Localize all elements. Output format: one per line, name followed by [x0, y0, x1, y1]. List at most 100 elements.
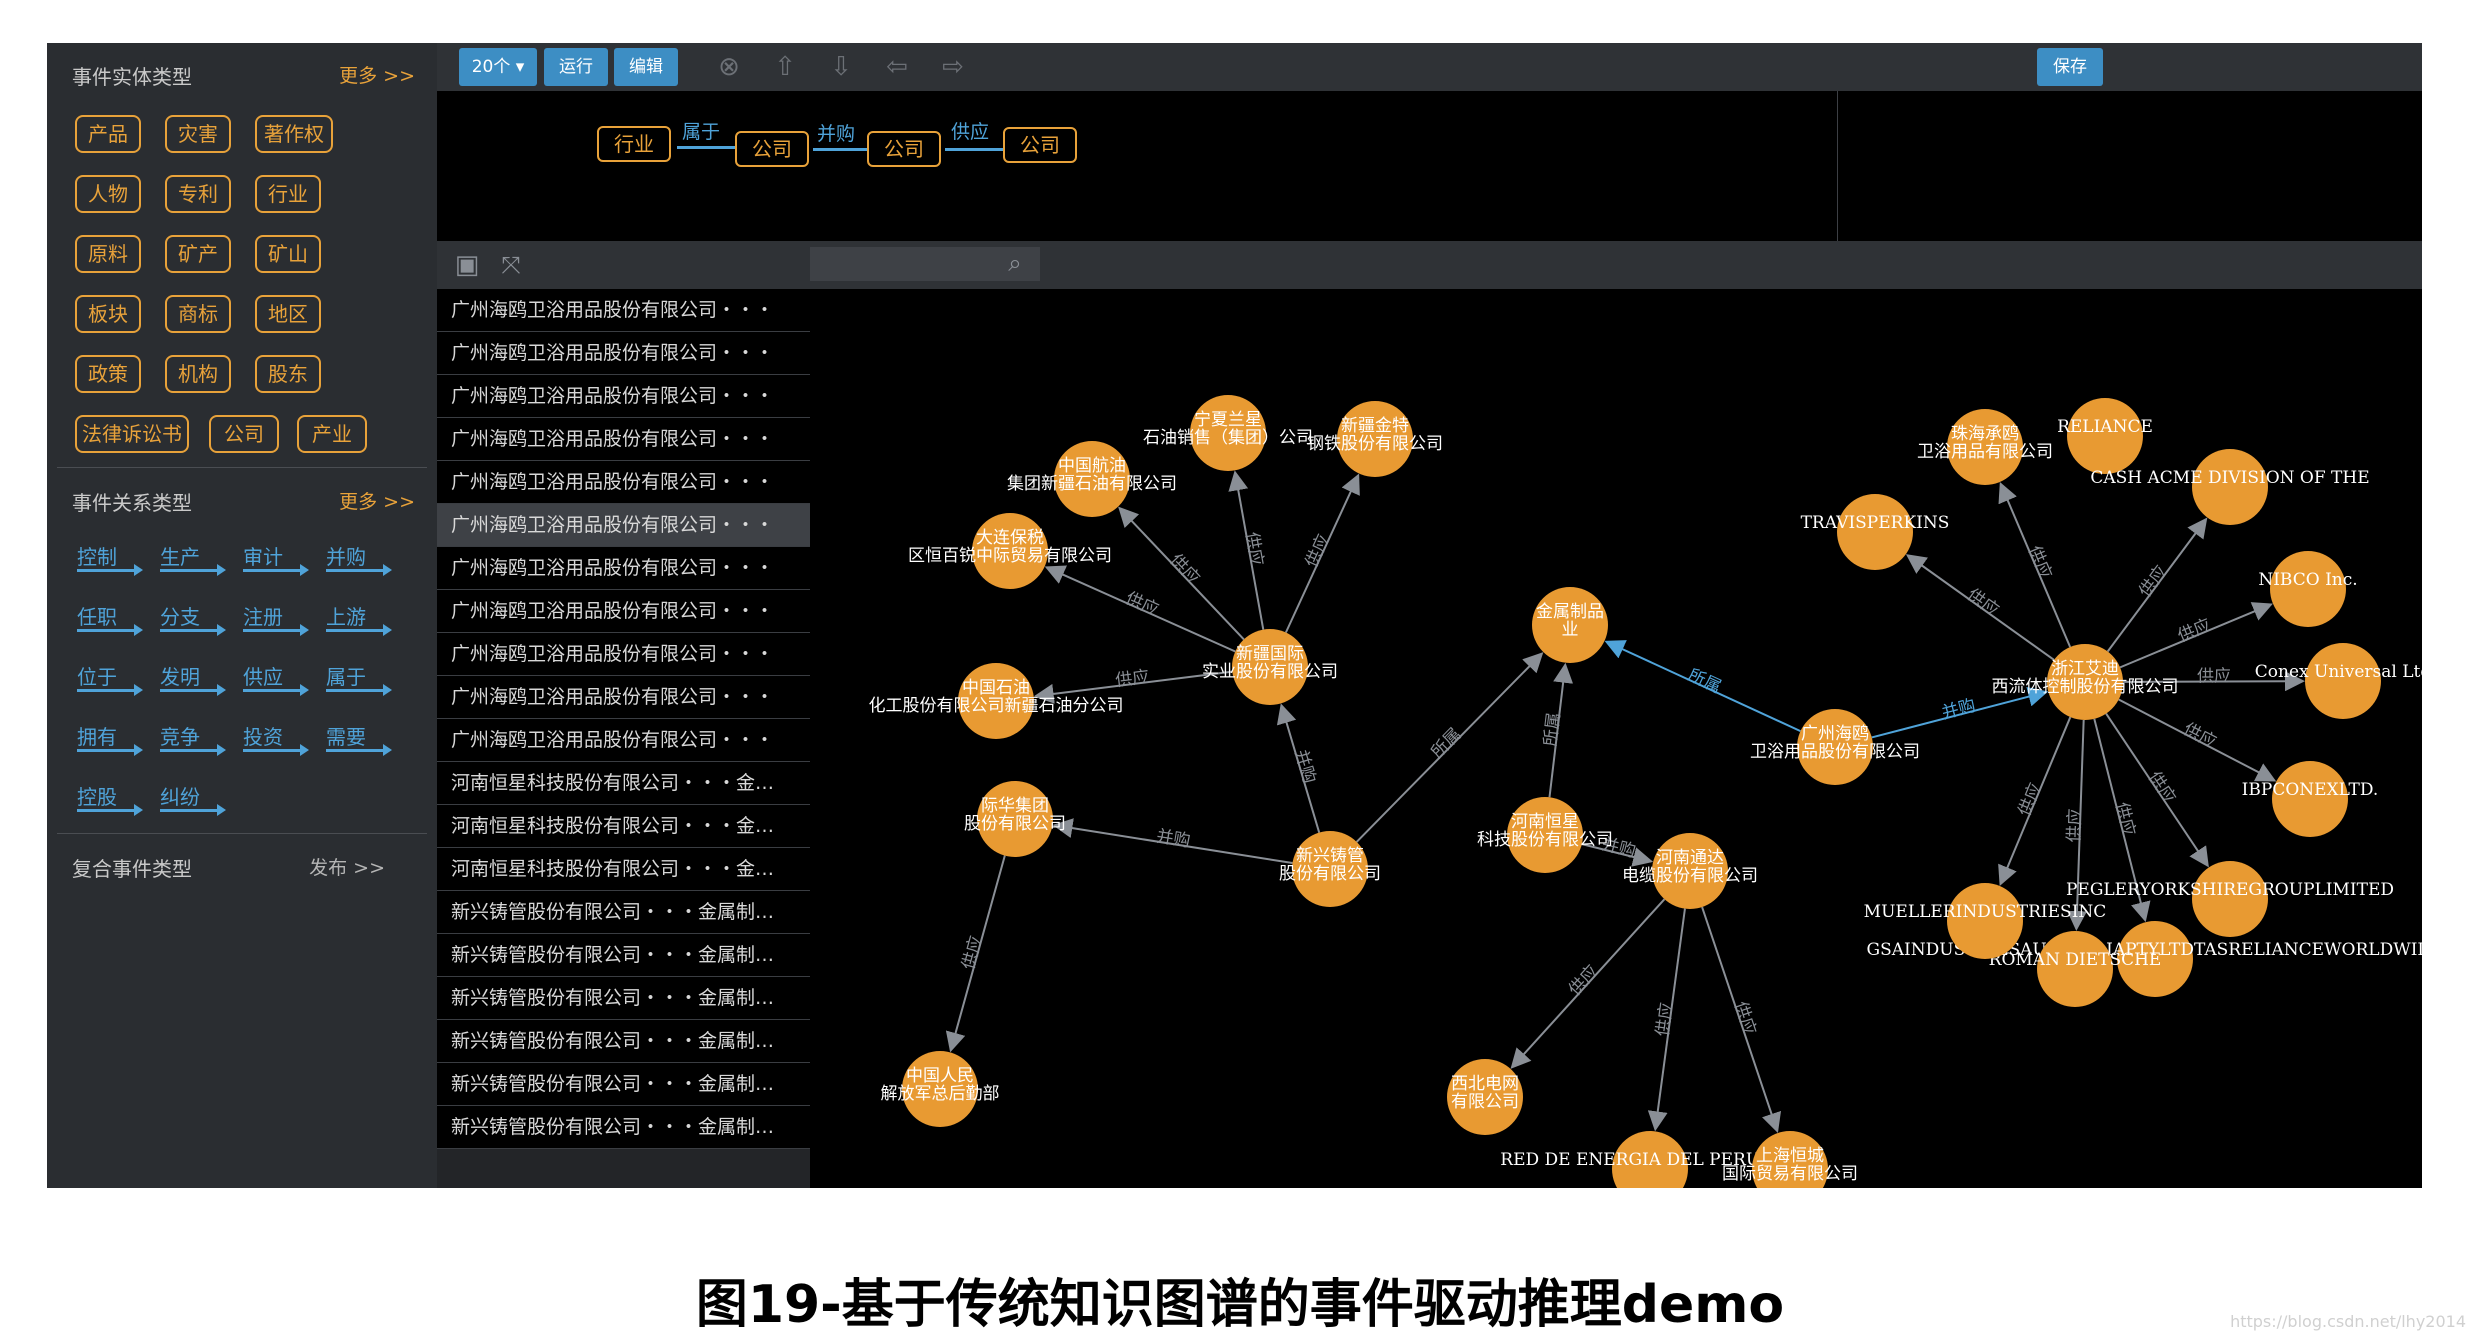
arrow-down-icon[interactable]: ⇩ — [825, 51, 857, 83]
list-item[interactable]: 广州海鸥卫浴用品股份有限公司・・・ — [437, 375, 810, 418]
list-item[interactable]: 广州海鸥卫浴用品股份有限公司・・・ — [437, 461, 810, 504]
entity-type-tag[interactable]: 行业 — [255, 175, 321, 213]
relation-type-tag[interactable]: 注册 — [243, 601, 309, 636]
entity-type-tag[interactable]: 商标 — [165, 295, 231, 333]
relation-type-tag[interactable]: 供应 — [243, 661, 309, 696]
list-item[interactable]: 新兴铸管股份有限公司・・・金属制… — [437, 977, 810, 1020]
entity-type-tag[interactable]: 法律诉讼书 — [75, 415, 189, 453]
entity-type-tag[interactable]: 产品 — [75, 115, 141, 153]
graph-node[interactable]: 河南通达电缆股份有限公司 — [1622, 833, 1758, 909]
entity-type-tag[interactable]: 公司 — [209, 415, 279, 453]
entity-type-tag[interactable]: 矿山 — [255, 235, 321, 273]
entity-type-tag[interactable]: 灾害 — [165, 115, 231, 153]
relation-type-tag[interactable]: 控制 — [77, 541, 143, 576]
list-item[interactable]: 广州海鸥卫浴用品股份有限公司・・・ — [437, 418, 810, 461]
relation-type-tag[interactable]: 纠纷 — [160, 781, 226, 816]
graph-node[interactable]: 际华集团股份有限公司 — [964, 781, 1066, 857]
entity-type-tag[interactable]: 股东 — [255, 355, 321, 393]
composite-publish-link[interactable]: 发布 >> — [309, 853, 385, 880]
graph-node[interactable]: 大连保税区恒百锐中际贸易有限公司 — [908, 513, 1112, 589]
arrow-up-icon[interactable]: ⇧ — [769, 51, 801, 83]
graph-node[interactable]: Conex Universal Ltd — [2255, 643, 2422, 719]
graph-node[interactable]: TRAVISPERKINS — [1801, 494, 1950, 570]
relation-more-link[interactable]: 更多 >> — [339, 487, 415, 514]
relation-type-tag[interactable]: 上游 — [326, 601, 392, 636]
graph-node[interactable]: RELIANCE — [2057, 398, 2153, 474]
graph-node[interactable]: 新疆国际实业股份有限公司 — [1202, 629, 1338, 705]
graph-node[interactable]: 宁夏兰星石油销售（集团）公司 — [1143, 395, 1313, 471]
relation-type-tag[interactable]: 审计 — [243, 541, 309, 576]
entity-type-tag[interactable]: 机构 — [165, 355, 231, 393]
count-dropdown[interactable]: 20个 ▾ — [459, 48, 537, 86]
graph-node[interactable]: 河南恒星科技股份有限公司 — [1477, 797, 1613, 873]
entity-type-tag[interactable]: 板块 — [75, 295, 141, 333]
list-item[interactable]: 广州海鸥卫浴用品股份有限公司・・・ — [437, 719, 810, 762]
entity-type-tag[interactable]: 著作权 — [255, 115, 333, 153]
pattern-node[interactable]: 行业 — [597, 126, 671, 162]
list-item[interactable]: 新兴铸管股份有限公司・・・金属制… — [437, 891, 810, 934]
list-item[interactable]: 广州海鸥卫浴用品股份有限公司・・・ — [437, 504, 810, 547]
arrow-right-icon[interactable]: ⇨ — [937, 51, 969, 83]
pattern-node[interactable]: 公司 — [735, 131, 809, 167]
entity-type-tag[interactable]: 矿产 — [165, 235, 231, 273]
save-button[interactable]: 保存 — [2037, 48, 2103, 86]
pattern-canvas[interactable]: 行业 属于 公司 并购 公司 供应 公司 — [437, 91, 2422, 241]
list-item[interactable]: 新兴铸管股份有限公司・・・金属制… — [437, 934, 810, 977]
arrow-right-icon — [326, 564, 392, 576]
list-item[interactable]: 新兴铸管股份有限公司・・・金属制… — [437, 1106, 810, 1149]
list-item[interactable]: 广州海鸥卫浴用品股份有限公司・・・ — [437, 332, 810, 375]
list-item[interactable]: 广州海鸥卫浴用品股份有限公司・・・ — [437, 676, 810, 719]
graph-node[interactable]: 中国石油化工股份有限公司新疆石油分公司 — [869, 663, 1124, 739]
list-item[interactable]: 广州海鸥卫浴用品股份有限公司・・・ — [437, 289, 810, 332]
relation-type-tag[interactable]: 发明 — [160, 661, 226, 696]
list-item[interactable]: 广州海鸥卫浴用品股份有限公司・・・ — [437, 633, 810, 676]
list-item[interactable]: 河南恒星科技股份有限公司・・・金… — [437, 762, 810, 805]
relation-type-tag[interactable]: 拥有 — [77, 721, 143, 756]
list-item[interactable]: 河南恒星科技股份有限公司・・・金… — [437, 805, 810, 848]
entity-type-tag[interactable]: 地区 — [255, 295, 321, 333]
entity-type-tag[interactable]: 原料 — [75, 235, 141, 273]
entity-type-tag[interactable]: 政策 — [75, 355, 141, 393]
save-disk-icon[interactable]: ▣ — [451, 249, 483, 281]
relation-type-tag[interactable]: 属于 — [326, 661, 392, 696]
knowledge-graph[interactable]: 供应供应 供应供应供应并购并购供应所属 所属并购供应供应 供应所属并购供应供应供应供应… — [810, 289, 2422, 1188]
relation-type-tag[interactable]: 任职 — [77, 601, 143, 636]
relation-type-tag[interactable]: 分支 — [160, 601, 226, 636]
entity-more-link[interactable]: 更多 >> — [339, 61, 415, 88]
entity-type-tag[interactable]: 专利 — [165, 175, 231, 213]
relation-type-tag[interactable]: 需要 — [326, 721, 392, 756]
relation-type-tag[interactable]: 位于 — [77, 661, 143, 696]
graph-edge-label: 所属 — [1427, 724, 1465, 762]
fullscreen-icon[interactable]: ⤧ — [495, 249, 527, 281]
graph-node[interactable]: NIBCO Inc. — [2258, 551, 2358, 627]
search-icon[interactable]: ⌕ — [999, 247, 1031, 279]
result-list[interactable]: 广州海鸥卫浴用品股份有限公司・・・ 广州海鸥卫浴用品股份有限公司・・・ 广州海鸥卫浴… — [437, 289, 810, 1188]
list-item[interactable]: 广州海鸥卫浴用品股份有限公司・・・ — [437, 590, 810, 633]
edit-button[interactable]: 编辑 — [614, 48, 678, 86]
graph-node[interactable]: PEGLERYORKSHIREGROUPLIMITED — [2066, 861, 2394, 937]
list-item[interactable]: 新兴铸管股份有限公司・・・金属制… — [437, 1020, 810, 1063]
relation-type-tag[interactable]: 生产 — [160, 541, 226, 576]
graph-node[interactable]: 珠海承鸥卫浴用品有限公司 — [1917, 409, 2053, 485]
arrow-left-icon[interactable]: ⇦ — [881, 51, 913, 83]
entity-type-tag[interactable]: 产业 — [297, 415, 367, 453]
pattern-node[interactable]: 公司 — [867, 131, 941, 167]
relation-type-tag[interactable]: 控股 — [77, 781, 143, 816]
close-circle-icon[interactable]: ⊗ — [713, 51, 745, 83]
pattern-node[interactable]: 公司 — [1003, 127, 1077, 163]
graph-node[interactable]: 中国人民解放军总后勤部 — [881, 1051, 1000, 1127]
list-item[interactable]: 广州海鸥卫浴用品股份有限公司・・・ — [437, 547, 810, 590]
relation-type-tag[interactable]: 竞争 — [160, 721, 226, 756]
graph-node[interactable]: IBPCONEXLTD. — [2242, 761, 2379, 837]
graph-node[interactable]: 中国航油集团新疆石油有限公司 — [1007, 441, 1177, 517]
graph-node[interactable]: 西北电网有限公司 — [1447, 1059, 1523, 1135]
list-item[interactable]: 新兴铸管股份有限公司・・・金属制… — [437, 1063, 810, 1106]
entity-type-tag[interactable]: 人物 — [75, 175, 141, 213]
run-button[interactable]: 运行 — [544, 48, 608, 86]
graph-node[interactable]: 新疆金特钢铁股份有限公司 — [1307, 401, 1443, 477]
graph-node[interactable]: 新兴铸管股份有限公司 — [1279, 831, 1381, 907]
graph-node[interactable]: 金属制品业 — [1532, 587, 1608, 663]
list-item[interactable]: 河南恒星科技股份有限公司・・・金… — [437, 848, 810, 891]
relation-type-tag[interactable]: 投资 — [243, 721, 309, 756]
relation-type-tag[interactable]: 并购 — [326, 541, 392, 576]
